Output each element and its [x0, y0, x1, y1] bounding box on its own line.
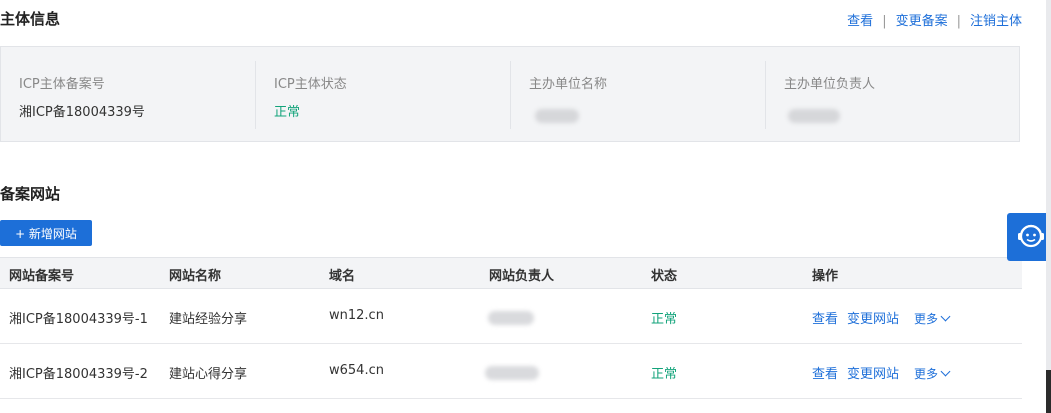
redacted-value	[535, 109, 579, 123]
view-website-link[interactable]: 查看	[812, 367, 838, 382]
field-label: 主办单位负责人	[784, 77, 876, 92]
icp-subject-number-field: ICP主体备案号 湘ICP备18004339号	[1, 61, 256, 129]
view-website-link[interactable]: 查看	[812, 312, 838, 327]
column-header: 操作	[812, 269, 839, 284]
subject-info-title: 主体信息	[0, 10, 61, 28]
field-label: 主办单位名称	[529, 77, 608, 92]
divider: |	[956, 14, 961, 29]
domain-cell: w654.cn	[329, 363, 384, 378]
table-row: 湘ICP备18004339号-1 建站经验分享 wn12.cn 正常 查看 变更网…	[0, 289, 1022, 344]
site-name-cell: 建站心得分享	[169, 367, 248, 382]
status-value: 正常	[274, 105, 301, 120]
view-subject-link[interactable]: 查看	[847, 14, 873, 29]
operations-cell: 查看 变更网站 更多	[812, 308, 951, 327]
redacted-owner	[485, 366, 539, 380]
more-dropdown[interactable]: 更多	[914, 365, 951, 382]
record-websites-title: 备案网站	[0, 185, 61, 203]
table-header: 网站备案号 网站名称 域名 网站负责人 状态 操作	[0, 257, 1022, 289]
scrollbar-thumb[interactable]	[1046, 370, 1051, 413]
customer-service-button[interactable]	[1007, 213, 1051, 261]
headset-smile-icon	[1018, 224, 1044, 248]
status-cell: 正常	[651, 312, 678, 327]
organizer-name-field: 主办单位名称	[510, 61, 766, 129]
table-row: 湘ICP备18004339号-2 建站心得分享 w654.cn 正常 查看 变更网…	[0, 344, 1022, 399]
column-header: 网站名称	[169, 269, 222, 284]
chevron-down-icon	[940, 366, 951, 377]
more-label: 更多	[914, 367, 939, 381]
status-cell: 正常	[651, 367, 678, 382]
record-number-cell: 湘ICP备18004339号-2	[9, 367, 148, 382]
websites-table: 网站备案号 网站名称 域名 网站负责人 状态 操作 湘ICP备18004339号…	[0, 257, 1022, 399]
scrollbar-track[interactable]	[1046, 0, 1051, 413]
field-value: 湘ICP备18004339号	[19, 105, 145, 120]
column-header: 状态	[651, 269, 678, 284]
more-label: 更多	[914, 312, 939, 326]
domain-cell: wn12.cn	[329, 308, 384, 323]
redacted-value	[788, 109, 840, 123]
redacted-owner	[488, 311, 534, 325]
cancel-subject-link[interactable]: 注销主体	[970, 14, 1022, 29]
operations-cell: 查看 变更网站 更多	[812, 363, 951, 382]
record-number-cell: 湘ICP备18004339号-1	[9, 312, 148, 327]
column-header: 域名	[329, 269, 356, 284]
change-record-link[interactable]: 变更备案	[896, 14, 948, 29]
field-label: ICP主体状态	[274, 77, 347, 92]
more-dropdown[interactable]: 更多	[914, 310, 951, 327]
organizer-owner-field: 主办单位负责人	[765, 61, 1021, 129]
divider: |	[882, 14, 887, 29]
site-name-cell: 建站经验分享	[169, 312, 248, 327]
subject-actions: 查看 | 变更备案 | 注销主体	[847, 10, 1022, 29]
chevron-down-icon	[940, 311, 951, 322]
column-header: 网站负责人	[489, 269, 555, 284]
change-website-link[interactable]: 变更网站	[847, 367, 899, 382]
field-label: ICP主体备案号	[19, 77, 105, 92]
add-website-button[interactable]: + 新增网站	[0, 220, 92, 246]
column-header: 网站备案号	[9, 269, 75, 284]
icp-subject-status-field: ICP主体状态 正常	[255, 61, 511, 129]
subject-info-panel: ICP主体备案号 湘ICP备18004339号 ICP主体状态 正常 主办单位名…	[0, 46, 1020, 142]
change-website-link[interactable]: 变更网站	[847, 312, 899, 327]
